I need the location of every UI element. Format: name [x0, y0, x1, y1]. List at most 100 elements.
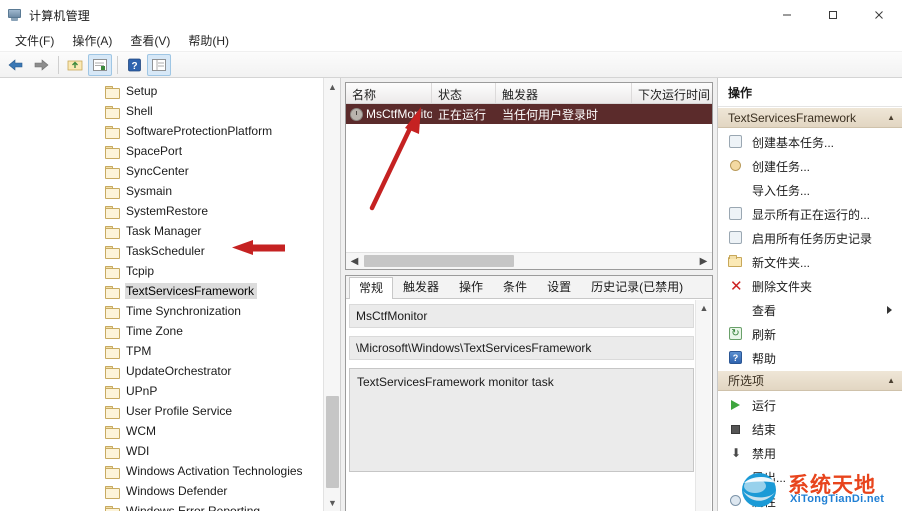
folder-icon [105, 425, 120, 439]
forward-icon[interactable] [29, 54, 53, 76]
folder-icon [105, 305, 120, 319]
folder-icon [105, 405, 120, 419]
tree-item[interactable]: TaskScheduler [0, 241, 323, 261]
column-header[interactable]: 状态 [432, 83, 496, 103]
tree-item[interactable]: WCM [0, 421, 323, 441]
tree-item-label: Time Synchronization [126, 304, 241, 318]
menu-view[interactable]: 查看(V) [121, 30, 179, 52]
hscroll-thumb[interactable] [364, 255, 514, 267]
action-item[interactable]: 导出... [718, 465, 902, 489]
action-item[interactable]: 启用所有任务历史记录 [718, 226, 902, 250]
show-list-icon[interactable] [88, 53, 112, 76]
tree-vertical-scrollbar[interactable]: ▲ ▼ [323, 78, 340, 511]
tree-item[interactable]: Setup [0, 81, 323, 101]
detail-tabs[interactable]: 常规 触发器 操作 条件 设置 历史记录(已禁用) [346, 276, 712, 299]
action-item[interactable]: ↻ 刷新 [718, 322, 902, 346]
computer-management-window: 计算机管理 文件(F) 操作(A) 查看(V) 帮助(H) ? Setup Sh… [0, 0, 902, 511]
up-folder-icon[interactable] [63, 54, 87, 76]
action-item-label: 属性 [752, 494, 777, 509]
menu-help[interactable]: 帮助(H) [179, 30, 238, 52]
action-item[interactable]: 结束 [718, 417, 902, 441]
column-header[interactable]: 触发器 [496, 83, 632, 103]
tab-1[interactable]: 触发器 [393, 276, 449, 298]
folder-icon [105, 245, 120, 259]
menu-file[interactable]: 文件(F) [6, 30, 63, 52]
folder-icon [105, 145, 120, 159]
chevron-up-icon[interactable]: ▲ [887, 113, 895, 122]
action-item[interactable]: 运行 [718, 393, 902, 417]
menu-action[interactable]: 操作(A) [63, 30, 121, 52]
scroll-right-icon[interactable]: ▶ [695, 253, 712, 269]
action-item[interactable]: 导入任务... [718, 178, 902, 202]
scroll-left-icon[interactable]: ◀ [346, 253, 363, 269]
tree-item-label: SoftwareProtectionPlatform [126, 124, 273, 138]
action-item-label: 结束 [752, 422, 777, 437]
tab-4[interactable]: 设置 [537, 276, 581, 298]
menu-bar: 文件(F) 操作(A) 查看(V) 帮助(H) [0, 30, 902, 52]
tree-item[interactable]: UpdateOrchestrator [0, 361, 323, 381]
scroll-down-icon[interactable]: ▼ [324, 494, 340, 511]
tree-item[interactable]: Time Zone [0, 321, 323, 341]
tree-item[interactable]: TPM [0, 341, 323, 361]
minimize-button[interactable] [764, 0, 810, 30]
action-item[interactable]: 查看 [718, 298, 902, 322]
tab-0[interactable]: 常规 [349, 277, 394, 299]
tree-item[interactable]: Sysmain [0, 181, 323, 201]
scroll-up-icon[interactable]: ▲ [324, 78, 340, 95]
tab-2[interactable]: 操作 [449, 276, 493, 298]
create-basic-task-icon [728, 134, 744, 150]
tree-item[interactable]: SyncCenter [0, 161, 323, 181]
center-panel: 名称状态触发器下次运行时间上次 MsCtfMonitor 正在运行当任何用户登录时… [341, 78, 717, 511]
tree-item[interactable]: SystemRestore [0, 201, 323, 221]
chevron-up-icon[interactable]: ▲ [887, 376, 895, 385]
properties-list-icon[interactable] [147, 53, 171, 76]
tree-item[interactable]: UPnP [0, 381, 323, 401]
action-item[interactable]: ? 帮助 [718, 346, 902, 370]
action-item-label: 帮助 [752, 351, 777, 366]
tab-3[interactable]: 条件 [493, 276, 537, 298]
action-item[interactable]: 显示所有正在运行的... [718, 202, 902, 226]
tree-item[interactable]: Tcpip [0, 261, 323, 281]
tree-item[interactable]: WDI [0, 441, 323, 461]
tree-item[interactable]: TextServicesFramework [0, 281, 323, 301]
tree-item[interactable]: Windows Error Reporting [0, 501, 323, 511]
tree-item[interactable]: Windows Defender [0, 481, 323, 501]
table-row[interactable]: MsCtfMonitor正在运行当任何用户登录时2019 [346, 104, 712, 124]
delete-folder-icon: ✕ [730, 277, 743, 295]
action-item[interactable]: 属性 [718, 489, 902, 511]
end-icon [728, 421, 744, 437]
action-item[interactable]: 创建基本任务... [718, 130, 902, 154]
tree-scroll-thumb[interactable] [326, 396, 339, 488]
tab-5[interactable]: 历史记录(已禁用) [581, 276, 693, 298]
action-item[interactable]: 创建任务... [718, 154, 902, 178]
tree-item[interactable]: Windows Activation Technologies [0, 461, 323, 481]
tree-item[interactable]: User Profile Service [0, 401, 323, 421]
actions-section-header[interactable]: 所选项 ▲ [718, 370, 902, 391]
action-item[interactable]: 新文件夹... [718, 250, 902, 274]
action-item[interactable]: ✕ 删除文件夹 [718, 274, 902, 298]
action-item[interactable]: ⬇ 禁用 [718, 441, 902, 465]
detail-scroll-up-icon[interactable]: ▲ [696, 300, 712, 316]
console-tree[interactable]: Setup Shell SoftwareProtectionPlatform Spac… [0, 78, 323, 511]
task-list-horizontal-scrollbar[interactable]: ◀ ▶ [346, 252, 712, 269]
actions-section-title: TextServicesFramework [728, 110, 857, 125]
tree-item[interactable]: Shell [0, 101, 323, 121]
tree-item-label: WDI [126, 444, 150, 458]
actions-panel: 操作 TextServicesFramework ▲ 创建基本任务... 创建任务..… [717, 78, 902, 511]
column-header[interactable]: 下次运行时间 [632, 83, 712, 103]
actions-section-header[interactable]: TextServicesFramework ▲ [718, 107, 902, 128]
refresh-icon: ↻ [728, 326, 744, 342]
tree-item[interactable]: SoftwareProtectionPlatform [0, 121, 323, 141]
tree-item-label: Sysmain [126, 184, 173, 198]
maximize-button[interactable] [810, 0, 856, 30]
help-icon[interactable]: ? [122, 54, 146, 76]
task-list-rows[interactable]: MsCtfMonitor正在运行当任何用户登录时2019 [346, 104, 712, 252]
back-icon[interactable] [4, 54, 28, 76]
detail-vertical-scrollbar[interactable]: ▲ [695, 300, 711, 511]
tree-item[interactable]: Time Synchronization [0, 301, 323, 321]
tree-item[interactable]: SpacePort [0, 141, 323, 161]
close-button[interactable] [856, 0, 902, 30]
column-header[interactable]: 名称 [346, 83, 432, 103]
tree-item[interactable]: Task Manager [0, 221, 323, 241]
tree-item-label: TaskScheduler [126, 244, 205, 258]
